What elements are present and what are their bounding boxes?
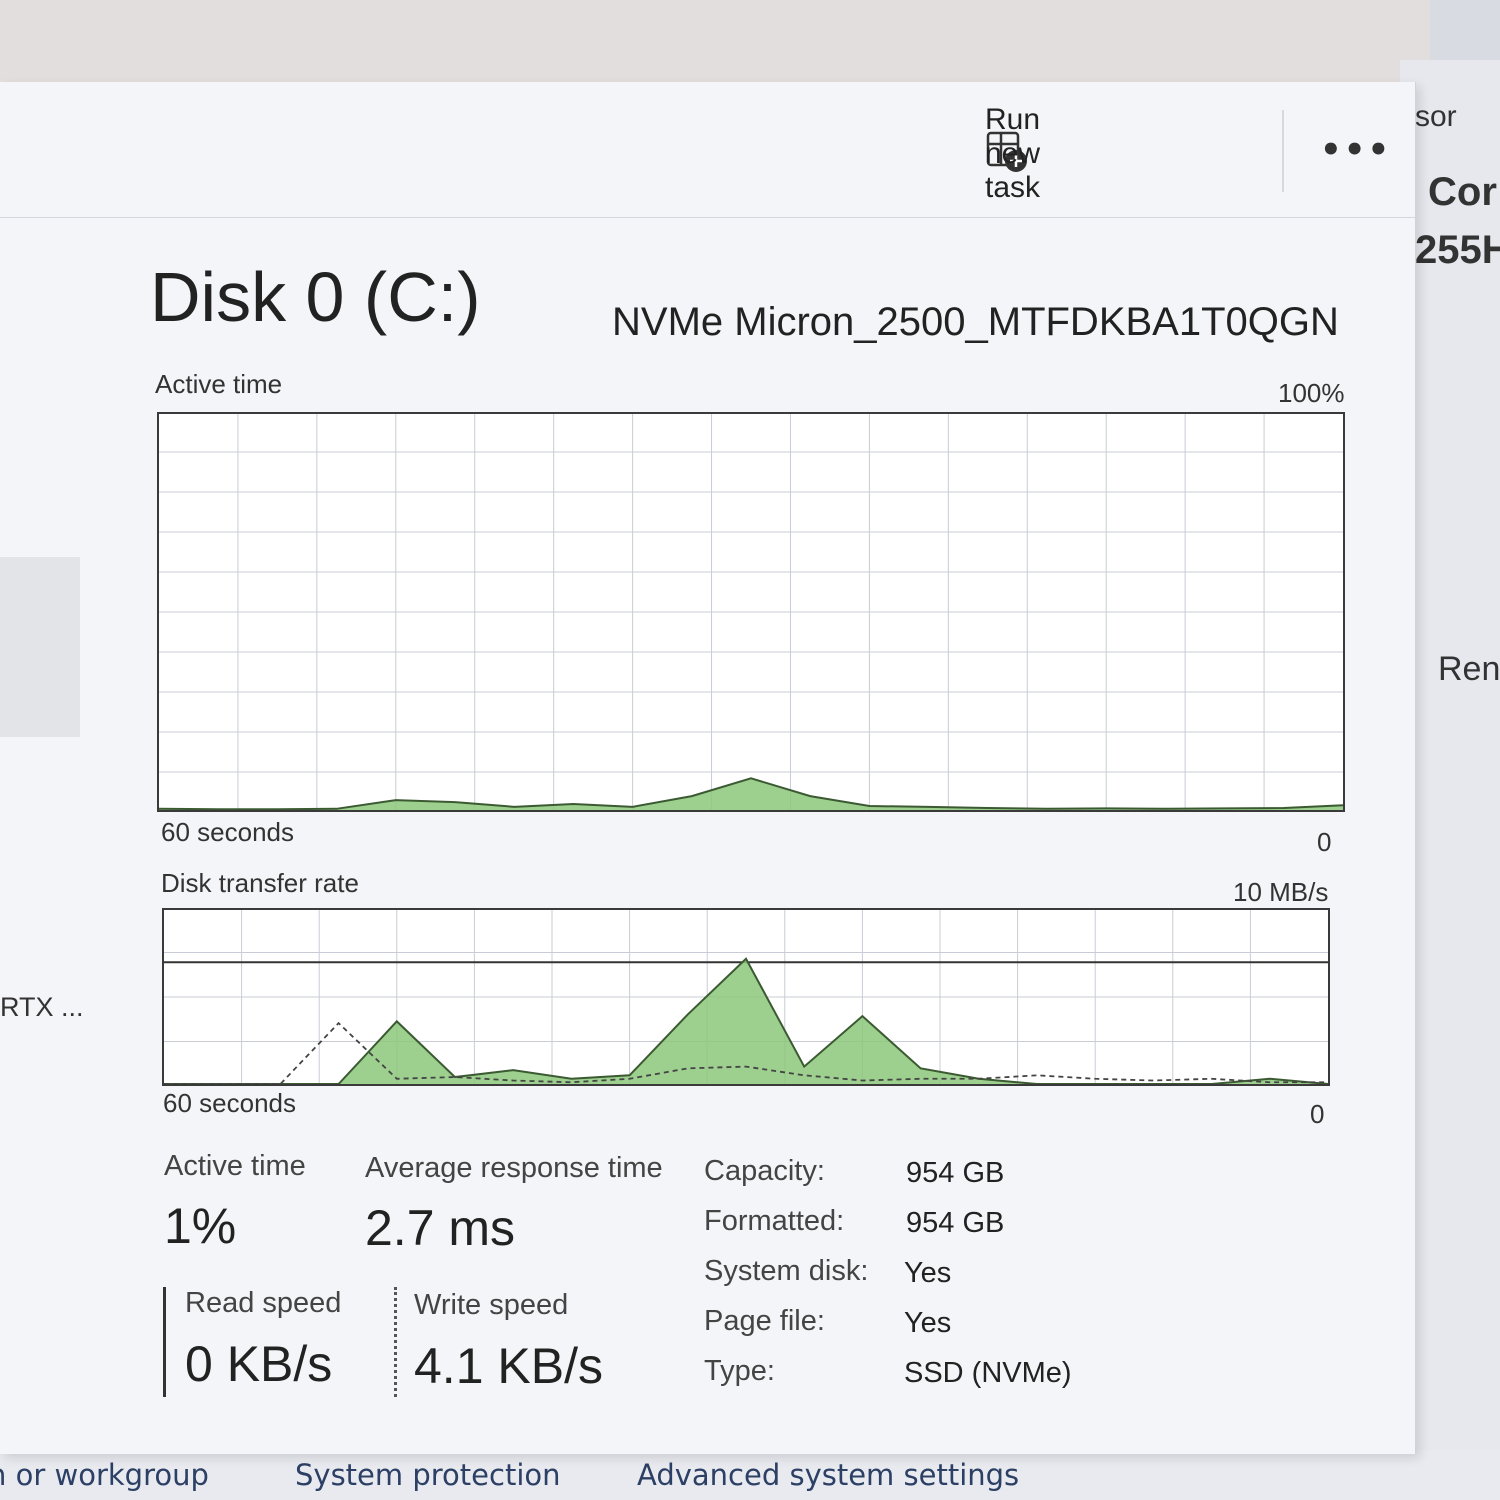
active-time-min-label: 0 [1317, 827, 1332, 857]
right-fragment-text: 255H [1415, 228, 1500, 272]
active-time-stat-label: Active time [164, 1150, 306, 1182]
formatted-label: Formatted: [704, 1205, 845, 1237]
capacity-value: 954 GB [906, 1157, 1005, 1189]
active-time-time-label: 60 seconds [161, 817, 294, 847]
bottom-link[interactable]: Advanced system settings [637, 1458, 1019, 1492]
run-new-task-label: Run new task [985, 103, 1041, 204]
transfer-max-label: 10 MB/s [1233, 877, 1329, 907]
toolbar-divider [1282, 110, 1284, 192]
series-area [164, 958, 1328, 1084]
formatted-value: 954 GB [906, 1207, 1005, 1239]
system-disk-label: System disk: [704, 1255, 869, 1287]
write-speed-label: Write speed [414, 1289, 569, 1321]
active-time-stat-value: 1% [164, 1198, 237, 1254]
transfer-chart [162, 908, 1330, 1086]
command-bar: Run new task ••• [0, 82, 1415, 218]
type-value: SSD (NVMe) [904, 1357, 1072, 1389]
task-manager-window: Run new task ••• RTX ... Disk 0 (C:) NVM… [0, 82, 1416, 1454]
read-speed-value: 0 KB/s [185, 1336, 333, 1392]
avg-response-value: 2.7 ms [365, 1200, 516, 1256]
transfer-chart-label: Disk transfer rate [161, 868, 359, 898]
read-speed-marker [163, 1287, 166, 1397]
background-links-bar: n or workgroup System protection Advance… [0, 1450, 1500, 1500]
avg-response-label: Average response time [365, 1152, 663, 1184]
page-file-label: Page file: [704, 1305, 825, 1337]
read-speed-label: Read speed [185, 1287, 342, 1319]
sidebar-item-gpu[interactable]: RTX ... [0, 992, 84, 1023]
right-fragment-text: Ren [1438, 650, 1500, 688]
active-time-chart [157, 412, 1345, 812]
transfer-min-label: 0 [1310, 1099, 1325, 1129]
bottom-link[interactable]: System protection [295, 1458, 561, 1492]
transfer-time-label: 60 seconds [163, 1088, 296, 1118]
active-time-max-label: 100% [1278, 378, 1345, 408]
page-title: Disk 0 (C:) [150, 258, 481, 336]
right-fragment-text: Cor [1428, 170, 1497, 214]
page-file-value: Yes [904, 1307, 952, 1339]
series-area [159, 778, 1343, 810]
active-time-chart-label: Active time [155, 369, 283, 399]
background-window-top [0, 0, 1430, 85]
bottom-link[interactable]: n or workgroup [0, 1458, 209, 1492]
system-disk-value: Yes [904, 1257, 952, 1289]
disk-model: NVMe Micron_2500_MTFDKBA1T0QGN [612, 300, 1339, 344]
run-new-task-button[interactable]: Run new task [985, 103, 1040, 204]
capacity-label: Capacity: [704, 1155, 825, 1187]
type-label: Type: [704, 1355, 775, 1387]
write-speed-marker [394, 1287, 397, 1397]
more-options-button[interactable]: ••• [1320, 130, 1389, 180]
write-speed-value: 4.1 KB/s [414, 1338, 603, 1394]
right-fragment-text: sor [1415, 100, 1457, 133]
sidebar-selected-item[interactable] [0, 557, 80, 737]
